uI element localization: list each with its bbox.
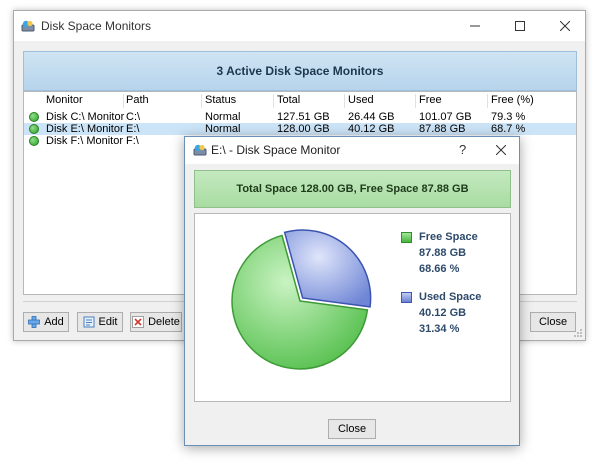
delete-button[interactable]: Delete bbox=[130, 312, 182, 332]
status-ok-icon bbox=[29, 112, 39, 122]
add-button-label: Add bbox=[44, 316, 64, 328]
close-button-label: Close bbox=[538, 316, 568, 328]
edit-button-label: Edit bbox=[98, 316, 118, 328]
used-space-swatch bbox=[401, 292, 412, 303]
free-space-label: Free Space bbox=[419, 231, 478, 243]
maximize-icon bbox=[514, 21, 525, 31]
column-header-path[interactable]: Path bbox=[126, 94, 149, 107]
maximize-button[interactable] bbox=[497, 11, 542, 41]
column-header-status[interactable]: Status bbox=[205, 94, 236, 107]
status-ok-icon bbox=[29, 124, 39, 134]
disk-monitor-icon bbox=[21, 20, 35, 35]
chart-panel: Free Space 87.88 GB 68.66 % Used Space 4… bbox=[194, 213, 511, 402]
window-title: Disk Space Monitors bbox=[41, 19, 152, 33]
help-button[interactable]: ? bbox=[459, 142, 466, 157]
monitors-banner: 3 Active Disk Space Monitors bbox=[23, 51, 577, 91]
free-space-swatch bbox=[401, 232, 412, 243]
cell-monitor: Disk F:\ Monitor bbox=[46, 135, 124, 147]
used-space-label: Used Space bbox=[419, 291, 482, 303]
column-header-total[interactable]: Total bbox=[277, 94, 300, 107]
table-row[interactable]: Disk C:\ Monitor C:\ Normal 127.51 GB 26… bbox=[24, 111, 576, 123]
used-space-percent: 31.34 % bbox=[419, 323, 460, 335]
list-header: Monitor Path Status Total Used Free Free… bbox=[24, 94, 576, 108]
title-bar: Disk Space Monitors bbox=[14, 11, 585, 41]
column-header-free[interactable]: Free bbox=[419, 94, 442, 107]
free-space-size: 87.88 GB bbox=[419, 247, 467, 259]
table-row-selected[interactable]: Disk E:\ Monitor E:\ Normal 128.00 GB 40… bbox=[24, 123, 576, 135]
dialog-close-button[interactable] bbox=[487, 139, 515, 161]
delete-button-label: Delete bbox=[148, 316, 180, 328]
close-icon bbox=[496, 145, 506, 155]
space-summary-banner: Total Space 128.00 GB, Free Space 87.88 … bbox=[194, 170, 511, 208]
add-button[interactable]: Add bbox=[23, 312, 69, 332]
close-window-button[interactable] bbox=[542, 11, 587, 41]
cell-path: F:\ bbox=[126, 135, 139, 147]
free-space-percent: 68.66 % bbox=[419, 263, 460, 275]
close-button[interactable]: Close bbox=[530, 312, 576, 332]
dialog-close-action-label: Close bbox=[337, 423, 367, 435]
edit-icon bbox=[83, 316, 95, 328]
delete-icon bbox=[132, 316, 145, 328]
disk-monitor-icon bbox=[193, 144, 207, 159]
edit-button[interactable]: Edit bbox=[77, 312, 123, 332]
dialog-close-action-button[interactable]: Close bbox=[328, 419, 376, 439]
minimize-icon bbox=[469, 25, 480, 27]
dialog-title: E:\ - Disk Space Monitor bbox=[211, 143, 341, 157]
close-icon bbox=[559, 21, 570, 31]
minimize-button[interactable] bbox=[452, 11, 497, 41]
dialog-title-bar: E:\ - Disk Space Monitor ? bbox=[185, 137, 519, 164]
disk-monitor-dialog: E:\ - Disk Space Monitor ? Total Space 1… bbox=[184, 136, 520, 446]
used-space-size: 40.12 GB bbox=[419, 307, 467, 319]
column-header-used[interactable]: Used bbox=[348, 94, 374, 107]
resize-grip-icon[interactable] bbox=[573, 328, 583, 338]
column-header-free-percent[interactable]: Free (%) bbox=[491, 94, 534, 107]
status-ok-icon bbox=[29, 136, 39, 146]
column-header-monitor[interactable]: Monitor bbox=[46, 94, 83, 107]
add-icon bbox=[28, 316, 41, 328]
